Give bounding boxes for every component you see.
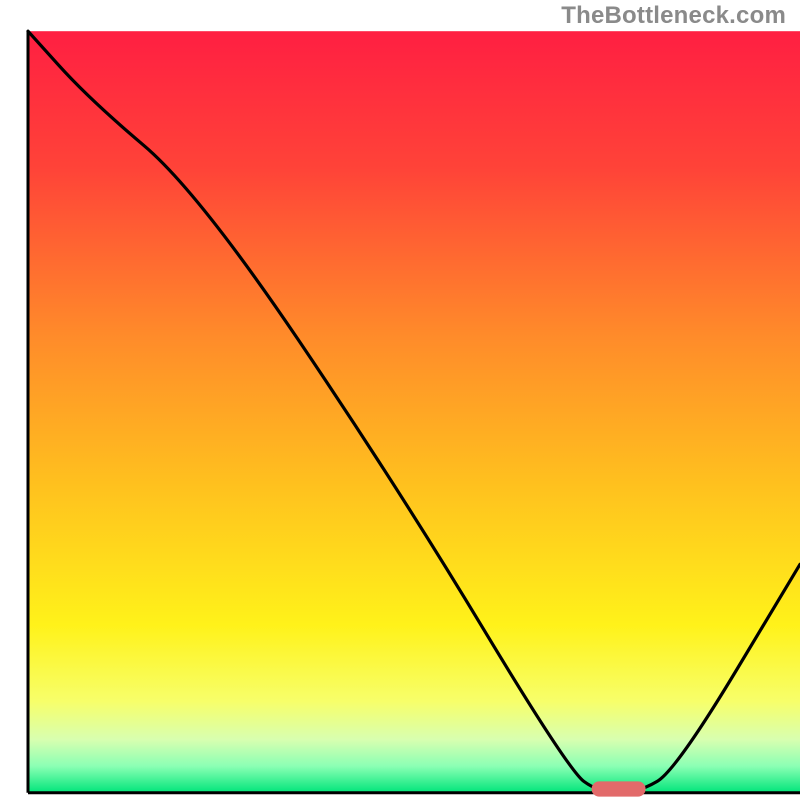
chart-stage: TheBottleneck.com [0,0,800,800]
optimal-range-marker [592,781,646,796]
bottleneck-chart [0,0,800,800]
